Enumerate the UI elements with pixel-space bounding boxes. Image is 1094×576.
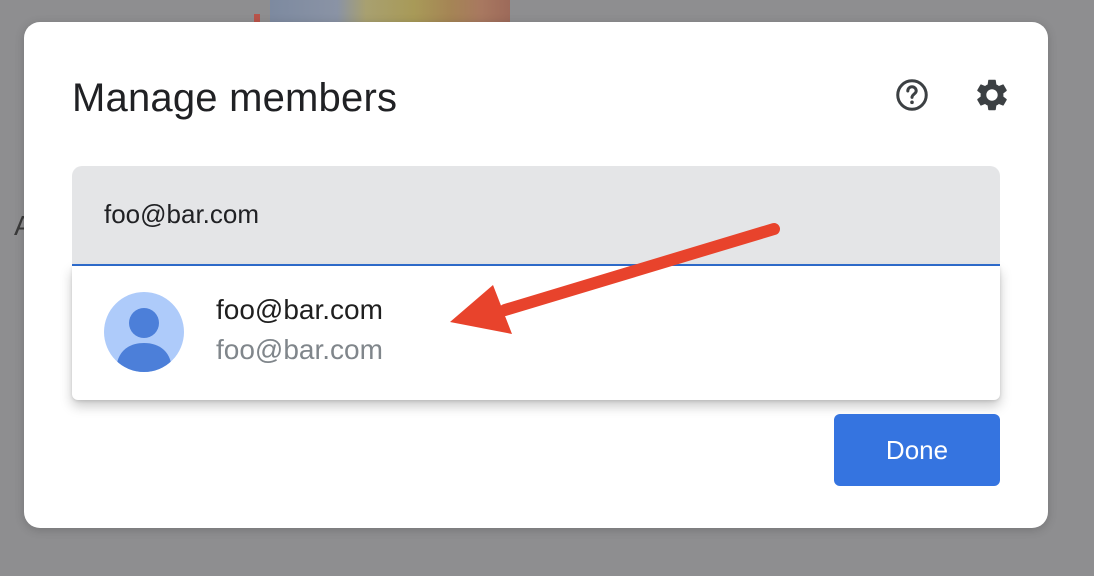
- suggestion-item[interactable]: foo@bar.com foo@bar.com: [72, 266, 1000, 400]
- gear-icon: [977, 79, 1007, 111]
- manage-members-dialog: Manage members foo@bar.com foo@bar.com D: [24, 22, 1048, 528]
- person-icon: [116, 308, 172, 372]
- member-search-input[interactable]: [104, 196, 964, 232]
- avatar: [104, 292, 184, 372]
- suggestion-name: foo@bar.com: [216, 294, 383, 325]
- done-button[interactable]: Done: [834, 414, 1000, 486]
- suggestion-email: foo@bar.com: [216, 334, 383, 365]
- help-circle-icon: [896, 79, 928, 111]
- member-search-field[interactable]: [72, 166, 1000, 267]
- background-app-marker: [254, 14, 260, 22]
- dialog-title: Manage members: [72, 76, 398, 120]
- background-app-toolbar: [270, 0, 510, 22]
- help-button[interactable]: [890, 73, 934, 117]
- suggestion-dropdown: foo@bar.com foo@bar.com: [72, 266, 1000, 400]
- settings-button[interactable]: [970, 73, 1014, 117]
